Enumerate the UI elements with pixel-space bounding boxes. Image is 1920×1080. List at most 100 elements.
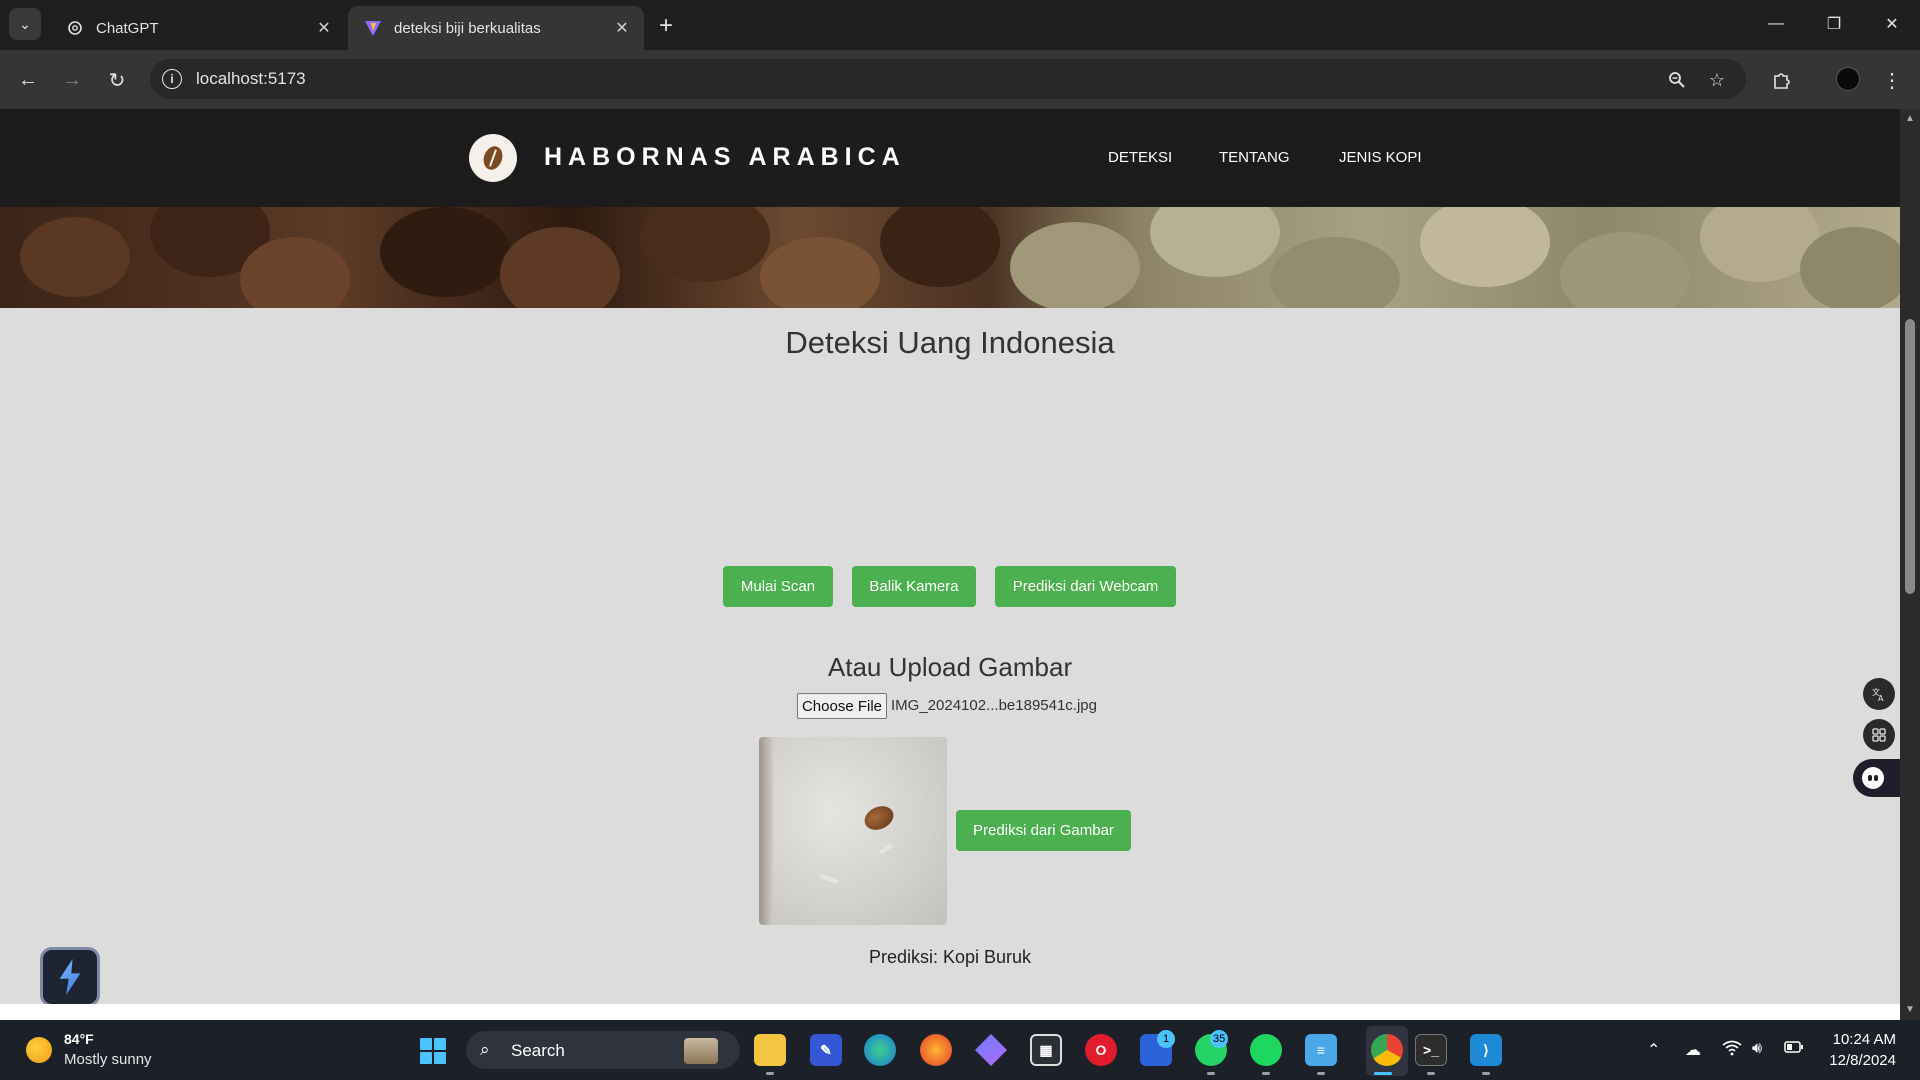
- taskbar-search[interactable]: ⌕ Search: [466, 1031, 740, 1069]
- tab-search-button[interactable]: ⌄: [9, 8, 41, 40]
- coffee-bean-photo: [860, 801, 898, 835]
- restore-button[interactable]: ❐: [1814, 8, 1854, 40]
- minimize-button[interactable]: —: [1756, 8, 1796, 40]
- page-viewport: HABORNAS ARABICA DETEKSI TENTANG JENIS K…: [0, 109, 1900, 1020]
- roasted-bean-image: [380, 207, 510, 297]
- weather-sun-icon[interactable]: [26, 1037, 52, 1063]
- flip-camera-button[interactable]: Balik Kamera: [852, 566, 976, 607]
- arrow-right-icon: →: [62, 68, 82, 91]
- green-bean-image: [1150, 207, 1280, 277]
- hero-coffee-beans-banner: [0, 207, 1900, 308]
- vscode-icon[interactable]: ⟩: [1470, 1034, 1502, 1066]
- tab-deteksi[interactable]: deteksi biji berkualitas ✕: [348, 6, 644, 50]
- start-scan-button[interactable]: Mulai Scan: [723, 566, 833, 607]
- predict-image-button[interactable]: Prediksi dari Gambar: [956, 810, 1131, 851]
- page-title: Deteksi Uang Indonesia: [785, 325, 1115, 360]
- lightning-logo-icon: [59, 959, 81, 995]
- tab-chatgpt[interactable]: ChatGPT ✕: [50, 6, 346, 50]
- pen-app-icon[interactable]: ✎: [810, 1034, 842, 1066]
- close-tab-icon[interactable]: ✕: [314, 18, 334, 38]
- edge-browser-icon[interactable]: [864, 1034, 896, 1066]
- volume-icon[interactable]: 🔊︎: [1752, 1040, 1762, 1058]
- nav-link-jenis-kopi[interactable]: JENIS KOPI: [1339, 149, 1422, 166]
- choose-file-button[interactable]: Choose File: [797, 693, 887, 719]
- back-button[interactable]: ←: [12, 64, 44, 96]
- roasted-bean-image: [880, 207, 1000, 287]
- browser-tab-bar: ⌄ ChatGPT ✕ deteksi biji berkualitas ✕ +…: [0, 0, 1920, 50]
- close-window-button[interactable]: ✕: [1872, 8, 1912, 40]
- weather-description[interactable]: Mostly sunny: [64, 1051, 152, 1068]
- scroll-up-icon[interactable]: ▲: [1905, 113, 1915, 124]
- battery-icon[interactable]: [1784, 1040, 1804, 1059]
- chevron-down-icon: ⌄: [19, 15, 31, 32]
- uploaded-image-preview: [759, 737, 947, 925]
- upload-title: Atau Upload Gambar: [827, 652, 1073, 682]
- nav-link-deteksi[interactable]: DETEKSI: [1108, 149, 1172, 166]
- roasted-bean-image: [240, 237, 350, 308]
- translate-icon[interactable]: 文A: [1863, 678, 1895, 710]
- roasted-bean-image: [20, 217, 130, 297]
- assistant-face-icon: [1862, 767, 1884, 789]
- site-navbar: HABORNAS ARABICA DETEKSI TENTANG JENIS K…: [0, 109, 1900, 207]
- notepad-icon[interactable]: ≡: [1305, 1034, 1337, 1066]
- green-bean-image: [1270, 237, 1400, 308]
- menu-kebab-icon[interactable]: ⋮: [1876, 64, 1908, 96]
- weather-temperature[interactable]: 84°F: [64, 1031, 94, 1047]
- forward-button[interactable]: →: [56, 64, 88, 96]
- coffee-bean-icon: [480, 143, 506, 173]
- browser-toolbar: ← → ↻ i localhost:5173 ☆ ⋮: [0, 50, 1920, 109]
- nav-link-tentang[interactable]: TENTANG: [1219, 149, 1290, 166]
- reload-button[interactable]: ↻: [101, 64, 133, 96]
- roasted-bean-image: [500, 227, 620, 308]
- windows-start-icon[interactable]: [420, 1038, 446, 1064]
- tab-title: ChatGPT: [96, 19, 159, 37]
- search-icon: ⌕: [480, 1040, 490, 1059]
- profile-avatar[interactable]: [1836, 67, 1860, 91]
- bookmark-star-icon[interactable]: ☆: [1704, 67, 1730, 93]
- tab-title: deteksi biji berkualitas: [394, 19, 541, 37]
- roasted-bean-image: [640, 207, 770, 282]
- clock-date[interactable]: 12/8/2024: [1826, 1052, 1896, 1069]
- extensions-puzzle-icon[interactable]: [1766, 64, 1798, 96]
- green-bean-image: [1560, 232, 1690, 308]
- site-info-icon[interactable]: i: [162, 69, 182, 89]
- firefox-icon[interactable]: [920, 1034, 952, 1066]
- page-scrollbar[interactable]: ▲ ▼: [1900, 109, 1920, 1020]
- spotify-icon[interactable]: [1250, 1034, 1282, 1066]
- roasted-bean-image: [760, 237, 880, 308]
- wifi-icon[interactable]: [1722, 1040, 1742, 1061]
- green-bean-image: [1800, 227, 1900, 308]
- zoom-icon[interactable]: [1664, 67, 1690, 93]
- windows-taskbar: [0, 1020, 1920, 1080]
- teams-badge: 1: [1157, 1030, 1175, 1048]
- floating-app-launcher[interactable]: [40, 947, 100, 1007]
- address-bar[interactable]: i localhost:5173 ☆: [150, 59, 1746, 99]
- new-tab-button[interactable]: +: [652, 12, 680, 40]
- selected-file-name: IMG_2024102...be189541c.jpg: [891, 697, 1097, 714]
- file-explorer-icon[interactable]: [754, 1034, 786, 1066]
- close-tab-icon[interactable]: ✕: [612, 18, 632, 38]
- site-logo[interactable]: [469, 134, 517, 182]
- reload-icon: ↻: [108, 69, 126, 92]
- onedrive-cloud-icon[interactable]: ☁: [1685, 1040, 1701, 1060]
- search-label: Search: [511, 1041, 565, 1060]
- green-bean-image: [1010, 222, 1140, 308]
- terminal-icon[interactable]: >_: [1415, 1034, 1447, 1066]
- scrollbar-thumb[interactable]: [1905, 319, 1915, 594]
- scroll-down-icon[interactable]: ▼: [1905, 1004, 1915, 1015]
- assistant-extension-button[interactable]: [1853, 759, 1900, 797]
- chatgpt-favicon-icon: [66, 19, 84, 37]
- opera-icon[interactable]: O: [1085, 1034, 1117, 1066]
- prediction-result: Prediksi: Kopi Buruk: [868, 947, 1032, 967]
- arrow-left-icon: ←: [18, 68, 38, 91]
- url-text[interactable]: localhost:5173: [196, 69, 306, 89]
- chrome-icon[interactable]: [1371, 1034, 1403, 1066]
- site-brand[interactable]: HABORNAS ARABICA: [544, 143, 906, 172]
- apps-grid-icon[interactable]: [1863, 719, 1895, 751]
- microsoft-store-icon[interactable]: ▦: [1030, 1034, 1062, 1066]
- svg-text:A: A: [1878, 694, 1884, 702]
- tray-overflow-chevron-icon[interactable]: ⌃: [1647, 1040, 1660, 1060]
- clock-time[interactable]: 10:24 AM: [1832, 1031, 1896, 1048]
- predict-webcam-button[interactable]: Prediksi dari Webcam: [995, 566, 1176, 607]
- search-highlight-image: [684, 1038, 718, 1064]
